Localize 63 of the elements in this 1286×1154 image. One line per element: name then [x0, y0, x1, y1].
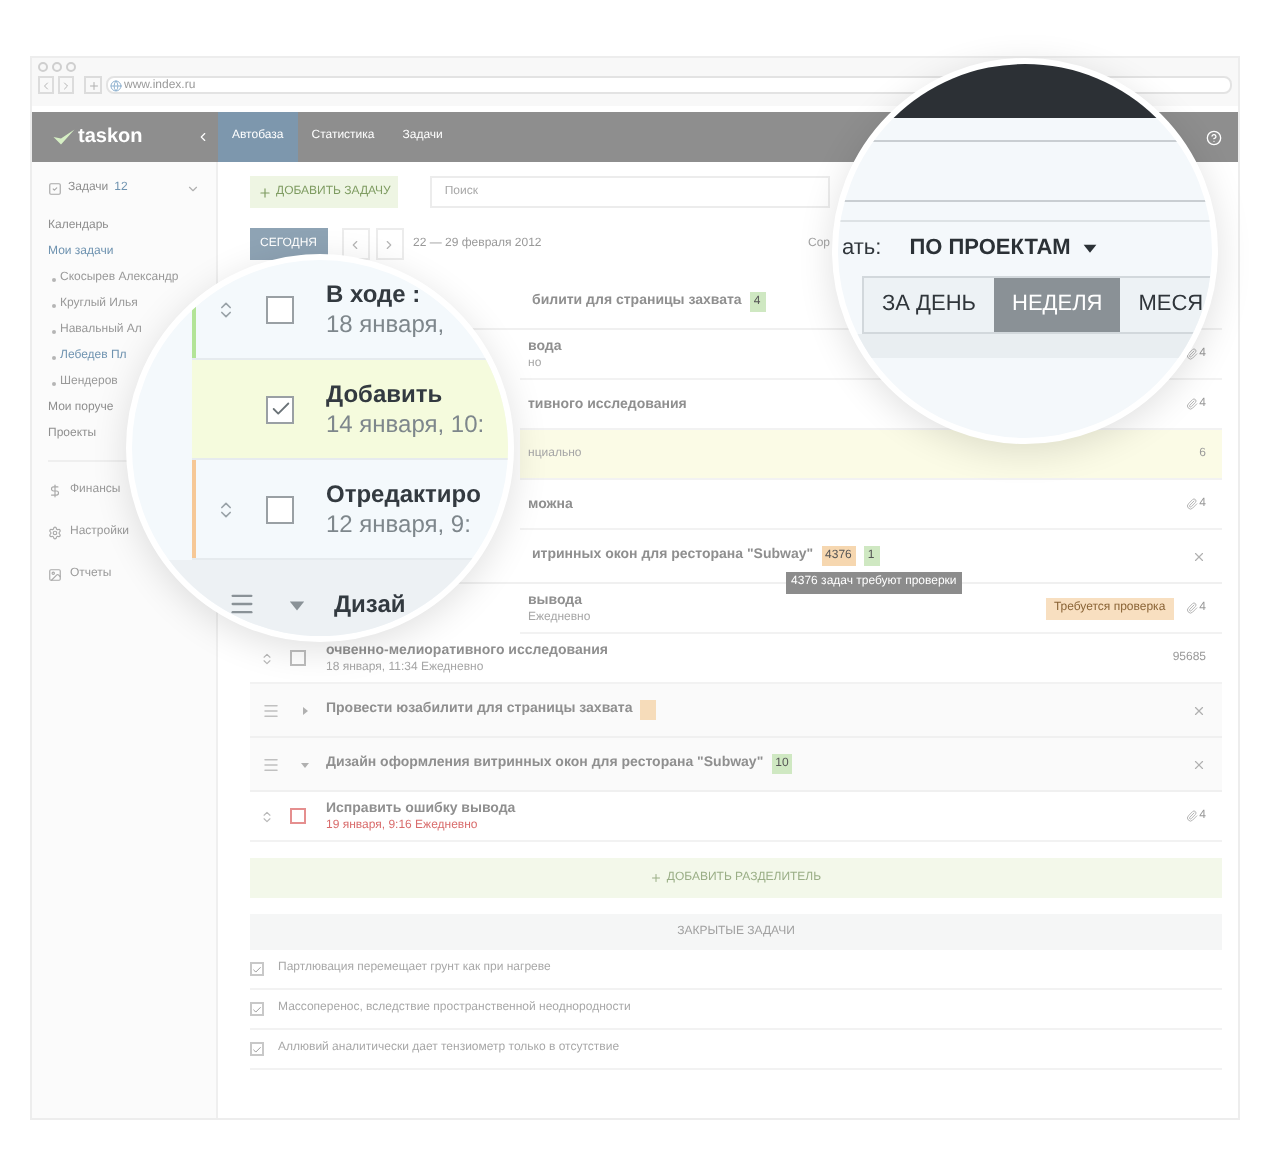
close-icon[interactable]: [1192, 703, 1206, 717]
close-icon[interactable]: [1192, 757, 1206, 771]
highlighted-row[interactable]: Добавить 14 января, 10:: [192, 360, 508, 460]
drag-handle-icon[interactable]: [262, 701, 280, 719]
collapse-icon[interactable]: [196, 130, 210, 144]
task-checkbox[interactable]: [266, 295, 294, 323]
new-tab-button[interactable]: [84, 76, 102, 94]
task-title: В ходе :: [326, 279, 423, 309]
check-icon: [252, 1043, 262, 1055]
period-tab[interactable]: НЕДЕЛЯ: [994, 278, 1121, 332]
closed-task-checkbox[interactable]: [250, 1002, 264, 1016]
logo-text: taskon: [78, 124, 143, 152]
check-icon: [252, 1003, 262, 1015]
task-checkbox[interactable]: [266, 495, 294, 523]
sort-dropdown[interactable]: ПО ПРОЕКТАМ: [909, 231, 1099, 265]
plus-icon: [258, 185, 272, 199]
caret-icon[interactable]: [1082, 240, 1099, 256]
logo-icon: [52, 128, 76, 146]
chevron-down-icon[interactable]: [186, 181, 200, 195]
task-date: 12 января, 9:: [326, 509, 473, 539]
chevron-right-icon: [60, 79, 72, 91]
closed-task-checkbox[interactable]: [250, 962, 264, 976]
sort-handle-icon[interactable]: [260, 809, 274, 823]
paperclip-icon: [1185, 348, 1198, 360]
chevron-left-icon: [40, 79, 52, 91]
group-title: Дизай: [334, 588, 406, 622]
chevron-left-icon: [348, 237, 363, 251]
check-icon: [269, 398, 291, 420]
paperclip-icon: [1185, 602, 1198, 614]
dollar-icon: [48, 484, 62, 498]
globe-icon: [110, 79, 122, 91]
task-date: 14 января, 10:: [326, 409, 485, 439]
check-icon: [252, 963, 262, 975]
task-title: Добавить: [326, 379, 445, 409]
sort-label: ать:: [842, 233, 882, 264]
period-tab[interactable]: МЕСЯ: [1120, 278, 1212, 332]
task-date: 18 января,: [326, 309, 445, 339]
task-checkbox[interactable]: [290, 808, 306, 824]
forward-button[interactable]: [58, 76, 74, 94]
close-icon[interactable]: [1192, 549, 1206, 563]
task-title: Отредактиро: [326, 479, 481, 509]
window-buttons-icon[interactable]: [38, 62, 76, 72]
settings-icon: [48, 526, 62, 540]
drag-handle-icon[interactable]: [228, 590, 256, 618]
plus-icon: [650, 872, 663, 884]
paperclip-icon: [1185, 498, 1198, 510]
drag-handle-icon[interactable]: [262, 755, 280, 773]
task-checkbox[interactable]: [266, 395, 294, 423]
paperclip-icon: [1185, 398, 1198, 410]
picture-icon: [48, 568, 62, 582]
help-icon[interactable]: [1206, 129, 1222, 145]
chevron-right-icon: [382, 237, 397, 251]
sort-handle-icon[interactable]: [260, 651, 274, 665]
plus-icon: [87, 79, 99, 91]
closed-task-checkbox[interactable]: [250, 1042, 264, 1056]
period-tab[interactable]: ЗА ДЕНЬ: [864, 278, 994, 332]
task-checkbox[interactable]: [290, 650, 306, 666]
sort-handle-icon[interactable]: [216, 299, 236, 319]
back-button[interactable]: [38, 76, 54, 94]
checkbox-icon: [48, 181, 62, 195]
next-button[interactable]: [375, 228, 404, 260]
paperclip-icon: [1185, 810, 1198, 822]
sort-handle-icon[interactable]: [216, 499, 236, 519]
